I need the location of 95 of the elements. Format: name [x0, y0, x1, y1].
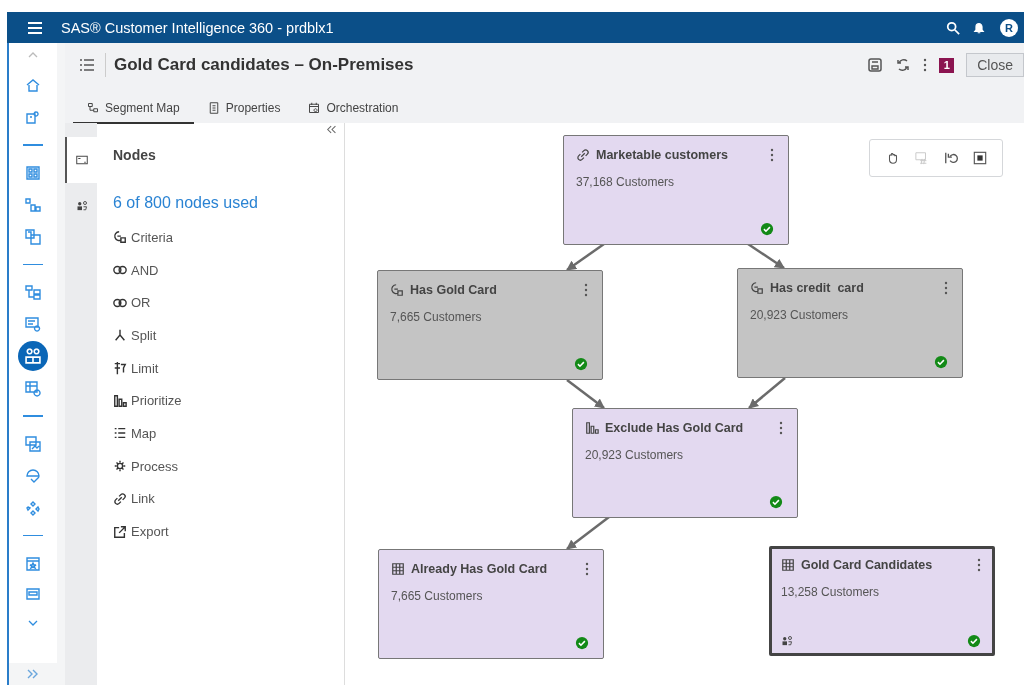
node-type-label: Split	[131, 327, 157, 343]
segment-node[interactable]: Already Has Gold Card 7,665 Customers	[378, 549, 604, 659]
node-type-item[interactable]: AND	[113, 253, 344, 287]
app-title: SAS® Customer Intelligence 360 - prdblx1	[61, 19, 334, 36]
list-icon	[113, 426, 127, 441]
node-title: Marketable customers	[596, 148, 728, 162]
node-type-label: Link	[131, 491, 155, 507]
check-icon	[574, 357, 588, 371]
fit-icon[interactable]	[972, 151, 987, 165]
people-icon	[76, 200, 88, 212]
node-title: Already Has Gold Card	[411, 562, 548, 576]
node-type-item[interactable]: OR	[113, 286, 344, 320]
node-title: Gold Card Candidates	[801, 558, 933, 572]
people-icon	[781, 635, 793, 647]
save-icon[interactable]	[867, 57, 884, 73]
scroll-down-icon[interactable]	[27, 619, 39, 627]
diagram-icon	[87, 102, 99, 114]
customer-count: 7,665 Customers	[390, 310, 483, 324]
node-type-label: Prioritize	[131, 393, 182, 409]
connector-arrow	[566, 242, 605, 272]
view-tab[interactable]: Properties	[193, 95, 295, 124]
bell-icon[interactable]	[972, 20, 986, 35]
gear-icon	[113, 459, 127, 474]
check-icon	[575, 636, 589, 650]
more-icon[interactable]	[944, 281, 948, 295]
nav-icon[interactable]	[18, 341, 48, 371]
check-icon	[760, 222, 774, 236]
more-icon[interactable]	[779, 421, 783, 435]
customer-count: 37,168 Customers	[576, 175, 676, 189]
segment-node[interactable]: Has credit card 20,923 Customers	[737, 268, 963, 378]
node-type-item[interactable]: Split	[113, 319, 344, 352]
view-tab[interactable]: Orchestration	[294, 95, 413, 124]
check-icon	[934, 355, 948, 369]
list-icon[interactable]	[79, 57, 95, 73]
segment-node[interactable]: Exclude Has Gold Card 20,923 Customers	[572, 408, 798, 518]
node-type-label: Process	[131, 458, 178, 474]
link-icon	[576, 148, 590, 162]
node-type-label: Export	[131, 524, 169, 540]
collapse-icon[interactable]	[326, 125, 338, 134]
calendar-icon	[308, 102, 321, 114]
node-type-label: Criteria	[131, 229, 173, 245]
table-icon	[781, 558, 795, 572]
segment-node[interactable]: Has Gold Card 7,665 Customers	[377, 270, 603, 380]
customer-count: 7,665 Customers	[391, 589, 484, 603]
link-icon	[113, 491, 127, 506]
node-type-item[interactable]: Criteria	[113, 221, 344, 254]
customer-count: 20,923 Customers	[750, 308, 850, 322]
segment-node[interactable]: Marketable customers 37,168 Customers	[563, 135, 789, 245]
customer-count: 20,923 Customers	[585, 448, 685, 462]
connector-arrow	[566, 379, 605, 409]
node-title: Exclude Has Gold Card	[605, 421, 744, 435]
node-title: Has Gold Card	[410, 283, 497, 297]
connector-arrow	[747, 242, 785, 270]
menu-icon[interactable]	[27, 19, 43, 36]
scroll-up-icon[interactable]	[27, 51, 39, 59]
node-type-label: Limit	[131, 360, 159, 376]
node-type-item[interactable]: Process	[113, 449, 344, 483]
node-type-item[interactable]: Link	[113, 482, 344, 516]
user-avatar[interactable]: R	[1000, 18, 1018, 37]
expand-icon[interactable]	[26, 669, 40, 679]
node-type-label: OR	[131, 295, 151, 311]
node-type-item[interactable]: Prioritize	[113, 384, 344, 418]
reset-icon[interactable]	[943, 151, 958, 165]
page-title: Gold Card candidates – On-Premises	[114, 55, 414, 75]
node-type-item[interactable]: Limit	[113, 351, 344, 385]
node-type-label: Map	[131, 425, 157, 441]
table-icon	[391, 562, 405, 576]
node-title: Has credit card	[770, 281, 864, 295]
check-icon	[967, 634, 981, 648]
panel-title: Nodes	[113, 147, 157, 163]
export-icon	[113, 524, 127, 539]
close-button[interactable]: Close	[966, 53, 1024, 77]
panel-tab[interactable]	[65, 137, 97, 183]
more-icon[interactable]	[585, 562, 589, 576]
more-icon[interactable]	[770, 148, 774, 162]
connector-arrow	[748, 377, 786, 409]
node-type-label: AND	[131, 262, 159, 278]
connector-arrow	[566, 516, 610, 550]
usage-text: 6 of 800 nodes used	[113, 194, 259, 212]
check-icon	[769, 495, 783, 509]
node-type-item[interactable]: Export	[113, 515, 344, 548]
refresh-icon[interactable]	[895, 57, 912, 73]
bars-icon	[113, 393, 127, 408]
more-icon[interactable]	[923, 58, 928, 72]
document-icon	[207, 102, 220, 114]
notification-badge[interactable]: 1	[939, 57, 955, 73]
node-icon	[76, 154, 88, 166]
segment-node[interactable]: Gold Card Candidates 13,258 Customers	[769, 546, 995, 656]
node-type-item[interactable]: Map	[113, 417, 344, 450]
more-icon[interactable]	[584, 283, 588, 297]
search-icon[interactable]	[946, 20, 960, 35]
customer-count: 13,258 Customers	[781, 585, 881, 599]
bars-icon	[585, 421, 599, 435]
fork-icon	[113, 328, 127, 343]
more-icon[interactable]	[977, 558, 981, 572]
